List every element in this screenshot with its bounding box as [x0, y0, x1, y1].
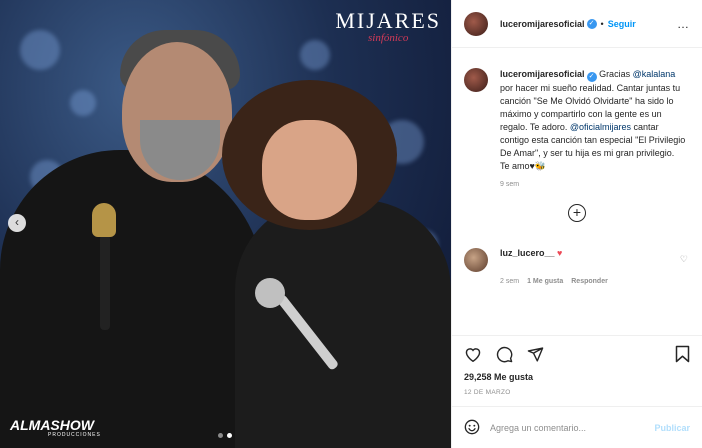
comment-username[interactable]: luz_lucero__ [500, 248, 555, 258]
like-heart-icon[interactable] [464, 346, 482, 364]
comment-text: luz_lucero__ ♥ [500, 248, 562, 272]
mijares-logo: MIJARES sinfónico [335, 8, 441, 44]
bee-emoji-icon: 🐝 [534, 161, 547, 171]
post-photo[interactable]: MIJARES sinfónico ALMASHOW PRODUCCIONES … [0, 0, 451, 448]
emoji-smiley-icon[interactable] [464, 419, 480, 437]
mijares-logo-name: MIJARES [335, 8, 441, 33]
post-date[interactable]: 12 DE MARZO [464, 389, 690, 396]
plus-circle-icon[interactable]: + [568, 204, 586, 222]
avatar[interactable] [464, 11, 488, 36]
almashow-logo-name: ALMASHOW [10, 417, 94, 433]
carousel-dot-active [227, 433, 232, 438]
comment-bubble-icon[interactable] [496, 346, 513, 365]
post-caption: luceromijaresoficial ✓ Gracias @kalalana … [464, 48, 690, 173]
carousel-dot [218, 433, 223, 438]
carousel-prev-button[interactable]: ‹ [8, 214, 26, 232]
carousel-indicator [218, 433, 232, 438]
likes-count[interactable]: 29,258 Me gusta [464, 372, 690, 382]
microphone-handle [100, 235, 110, 330]
caption-mention-link[interactable]: @kalalana [633, 69, 676, 79]
bokeh-light [70, 90, 96, 116]
comment-timestamp[interactable]: 2 sem [500, 278, 519, 285]
gold-microphone [92, 203, 116, 237]
add-comment-bar: Publicar [452, 406, 702, 448]
follow-button[interactable]: Seguir [608, 19, 636, 29]
post-actions: 29,258 Me gusta 12 DE MARZO [452, 335, 702, 396]
avatar[interactable] [464, 248, 488, 272]
action-icons-row [464, 344, 690, 366]
caption-username[interactable]: luceromijaresoficial [500, 69, 585, 79]
almashow-logo-subtitle: PRODUCCIONES [48, 432, 101, 438]
caption-text-part: Gracias [599, 69, 633, 79]
comment-input[interactable] [490, 422, 655, 433]
comments-scroll-area[interactable]: luceromijaresoficial ✓ Gracias @kalalana … [452, 48, 702, 335]
girl-figure [235, 200, 451, 448]
comment-reply-button[interactable]: Responder [571, 278, 608, 285]
girl-face [262, 120, 357, 220]
caption-mention-link[interactable]: @oficialmijares [570, 122, 631, 132]
bokeh-light [20, 30, 60, 70]
header-username[interactable]: luceromijaresoficial [500, 19, 585, 29]
verified-badge-icon: ✓ [586, 72, 597, 82]
verified-badge-icon: ✓ [586, 18, 597, 29]
bokeh-light [300, 40, 330, 70]
bookmark-save-icon[interactable] [675, 345, 690, 365]
comment-likes-count[interactable]: 1 Me gusta [527, 278, 563, 285]
avatar[interactable] [464, 68, 488, 92]
man-figure [0, 150, 265, 448]
more-options-icon[interactable]: … [677, 17, 690, 31]
post-comment-button[interactable]: Publicar [654, 423, 690, 433]
share-paper-plane-icon[interactable] [527, 346, 544, 365]
almashow-logo: ALMASHOW PRODUCCIONES [10, 417, 101, 438]
comment-meta: 2 sem 1 Me gusta Responder [500, 278, 690, 285]
red-heart-icon: ♥ [557, 248, 563, 258]
caption-text: luceromijaresoficial ✓ Gracias @kalalana … [500, 68, 686, 173]
post-side-panel: luceromijaresoficial ✓ • Seguir … lucero… [451, 0, 702, 448]
load-more-comments[interactable]: + [464, 204, 690, 222]
caption-timestamp[interactable]: 9 sem [500, 181, 690, 188]
post-header: luceromijaresoficial ✓ • Seguir … [452, 0, 702, 48]
comment-item: luz_lucero__ ♥ ♡ [464, 248, 690, 272]
silver-microphone [255, 278, 285, 308]
chevron-left-icon: ‹ [15, 215, 19, 229]
comment-like-heart-icon[interactable]: ♡ [680, 254, 688, 265]
header-separator: • [600, 18, 604, 29]
